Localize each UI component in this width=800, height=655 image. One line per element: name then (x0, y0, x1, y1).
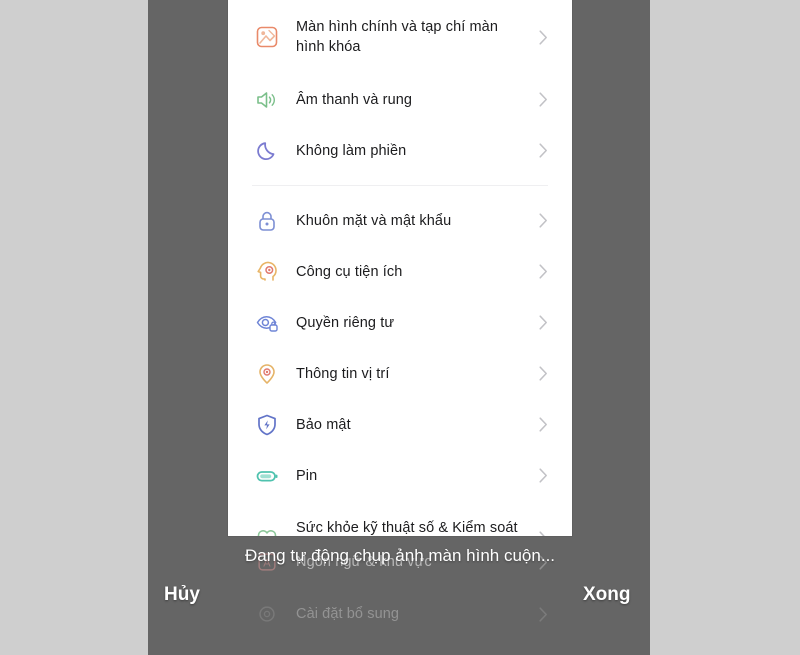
settings-row-label: Khuôn mặt và mật khẩu (296, 212, 452, 229)
chevron-right-icon (536, 143, 550, 158)
settings-row-additional[interactable]: Cài đặt bổ sung (228, 588, 572, 640)
capture-status-text: Đang tự động chụp ảnh màn hình cuộn... (244, 546, 556, 565)
heart-icon (252, 523, 282, 536)
eye-lock-icon (252, 308, 282, 338)
chevron-right-icon (536, 366, 550, 381)
wallpaper-icon (252, 22, 282, 52)
cancel-button[interactable]: Hủy (164, 584, 200, 606)
settings-row-battery[interactable]: Pin (228, 450, 572, 501)
settings-row-wallpaper[interactable]: Màn hình chính và tạp chí màn hình khóa (228, 0, 572, 74)
settings-list: Màn hình chính và tạp chí màn hình khóa … (228, 0, 572, 536)
chevron-right-icon (536, 468, 550, 483)
settings-row-privacy[interactable]: Quyền riêng tư (228, 297, 572, 348)
settings-row-label: Công cụ tiện ích (296, 263, 403, 280)
chevron-right-icon (536, 92, 550, 107)
head-brain-icon (252, 257, 282, 287)
settings-row-label: Quyền riêng tư (296, 314, 395, 331)
padlock-icon (252, 206, 282, 236)
chevron-right-icon (536, 417, 550, 432)
phone-screen-preview: Màn hình chính và tạp chí màn hình khóa … (228, 0, 572, 536)
done-button[interactable]: Xong (583, 584, 631, 606)
shield-bolt-icon (252, 410, 282, 440)
settings-row-label: Không làm phiền (296, 142, 407, 159)
settings-row-label: Bảo mật (296, 416, 351, 433)
settings-row-security[interactable]: Bảo mật (228, 399, 572, 450)
settings-row-face-password[interactable]: Khuôn mặt và mật khẩu (228, 195, 572, 246)
settings-row-label: Pin (296, 467, 318, 484)
chevron-right-icon (536, 264, 550, 279)
speaker-icon (252, 85, 282, 115)
settings-row-digital-wellbeing[interactable]: Sức khỏe kỹ thuật số & Kiểm soát của cha… (228, 501, 572, 536)
chevron-right-icon (536, 606, 550, 622)
settings-row-sound[interactable]: Âm thanh và rung (228, 74, 572, 125)
settings-row-label: Âm thanh và rung (296, 91, 413, 108)
screenshot-root: Màn hình chính và tạp chí màn hình khóa … (0, 0, 800, 655)
group-divider (252, 185, 548, 186)
settings-row-label: Thông tin vị trí (296, 365, 390, 382)
battery-icon (252, 461, 282, 491)
settings-row-label: Cài đặt bổ sung (296, 606, 400, 622)
location-pin-icon (252, 359, 282, 389)
settings-row-do-not-disturb[interactable]: Không làm phiền (228, 125, 572, 176)
gear-icon (252, 599, 282, 629)
chevron-right-icon (536, 213, 550, 228)
chevron-right-icon (536, 315, 550, 330)
left-rail (0, 0, 148, 655)
right-rail (650, 0, 800, 655)
settings-row-label: Màn hình chính và tạp chí màn hình khóa (296, 19, 498, 55)
settings-row-label: Sức khỏe kỹ thuật số & Kiểm soát của cha… (296, 520, 518, 536)
settings-row-utilities[interactable]: Công cụ tiện ích (228, 246, 572, 297)
settings-row-location[interactable]: Thông tin vị trí (228, 348, 572, 399)
moon-icon (252, 136, 282, 166)
chevron-right-icon (536, 29, 550, 45)
